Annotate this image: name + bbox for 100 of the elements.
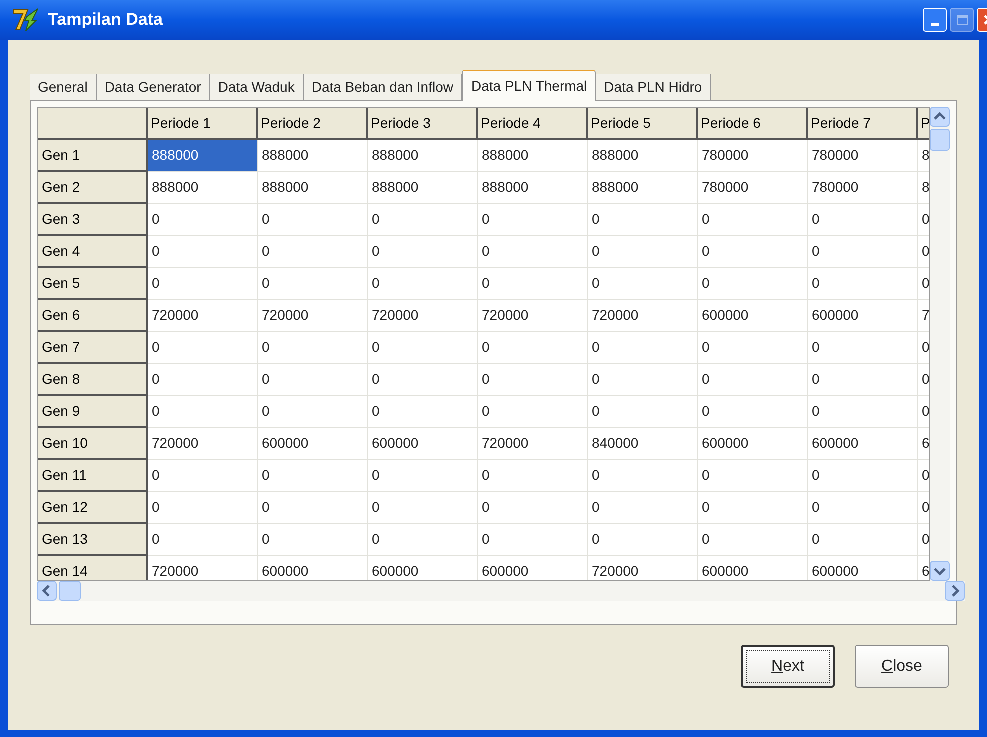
table-cell[interactable]: 0	[258, 236, 368, 268]
table-cell[interactable]: 600000	[368, 428, 478, 460]
table-cell[interactable]: 0	[808, 364, 918, 396]
table-cell[interactable]: 888000	[258, 140, 368, 172]
table-cell[interactable]: 0	[368, 268, 478, 300]
table-cell[interactable]: 0	[368, 332, 478, 364]
table-cell[interactable]: 0	[368, 492, 478, 524]
table-cell[interactable]: 0	[368, 460, 478, 492]
table-cell[interactable]: 0	[698, 268, 808, 300]
table-cell[interactable]: 0	[588, 204, 698, 236]
table-cell[interactable]: 0	[808, 492, 918, 524]
scroll-thumb[interactable]	[930, 129, 950, 151]
table-cell[interactable]: 888000	[478, 172, 588, 204]
table-cell[interactable]: 600000	[258, 428, 368, 460]
table-cell[interactable]: 0	[698, 492, 808, 524]
table-cell[interactable]: 888000	[148, 172, 258, 204]
table-cell[interactable]: 0	[698, 204, 808, 236]
table-cell[interactable]: 600000	[698, 428, 808, 460]
table-cell[interactable]: 888000	[148, 140, 258, 172]
table-cell[interactable]: 0	[478, 236, 588, 268]
table-cell[interactable]: 0	[368, 364, 478, 396]
table-cell[interactable]: 0	[148, 460, 258, 492]
table-cell[interactable]: 0	[478, 204, 588, 236]
close-button[interactable]: Close	[855, 645, 949, 688]
table-cell[interactable]: 0	[368, 236, 478, 268]
table-cell[interactable]: 0	[368, 396, 478, 428]
table-cell[interactable]: 0	[698, 332, 808, 364]
table-cell[interactable]: 0	[808, 204, 918, 236]
table-cell[interactable]: 780000	[698, 140, 808, 172]
table-cell[interactable]: 0	[478, 396, 588, 428]
table-cell[interactable]: 0	[588, 524, 698, 556]
table-cell[interactable]: 0	[478, 524, 588, 556]
table-cell[interactable]: 720000	[258, 300, 368, 332]
table-cell[interactable]: 0	[808, 460, 918, 492]
tab[interactable]: Data Generator	[96, 74, 210, 100]
table-cell[interactable]: 0	[588, 492, 698, 524]
table-cell[interactable]: 0	[478, 492, 588, 524]
table-cell[interactable]: 780000	[808, 140, 918, 172]
table-cell[interactable]: 0	[258, 364, 368, 396]
table-cell[interactable]: 600000	[808, 428, 918, 460]
tab[interactable]: General	[30, 74, 97, 100]
table-cell[interactable]: 0	[808, 396, 918, 428]
minimize-button[interactable]	[923, 8, 947, 32]
table-cell[interactable]: 888000	[368, 172, 478, 204]
table-cell[interactable]: 0	[808, 236, 918, 268]
table-cell[interactable]: 0	[698, 236, 808, 268]
table-cell[interactable]: 720000	[478, 300, 588, 332]
table-cell[interactable]: 720000	[588, 300, 698, 332]
table-cell[interactable]: 0	[808, 524, 918, 556]
table-cell[interactable]: 0	[258, 204, 368, 236]
tab[interactable]: Data Waduk	[210, 74, 304, 100]
scroll-down-icon[interactable]	[930, 561, 950, 581]
table-cell[interactable]: 0	[258, 492, 368, 524]
table-cell[interactable]: 0	[698, 460, 808, 492]
table-cell[interactable]: 0	[258, 332, 368, 364]
table-cell[interactable]: 720000	[148, 428, 258, 460]
table-cell[interactable]: 600000	[698, 300, 808, 332]
table-cell[interactable]: 0	[478, 460, 588, 492]
vertical-scrollbar[interactable]	[930, 107, 950, 581]
table-cell[interactable]: 0	[478, 332, 588, 364]
table-cell[interactable]: 0	[588, 460, 698, 492]
table-cell[interactable]: 0	[258, 268, 368, 300]
table-cell[interactable]: 0	[588, 364, 698, 396]
table-cell[interactable]: 0	[698, 364, 808, 396]
table-cell[interactable]: 0	[808, 268, 918, 300]
table-cell[interactable]: 840000	[588, 428, 698, 460]
table-cell[interactable]: 888000	[478, 140, 588, 172]
table-cell[interactable]: 0	[258, 460, 368, 492]
table-cell[interactable]: 888000	[588, 172, 698, 204]
table-cell[interactable]: 888000	[258, 172, 368, 204]
table-cell[interactable]: 0	[148, 524, 258, 556]
table-cell[interactable]: 0	[588, 236, 698, 268]
tab[interactable]: Data PLN Thermal	[462, 70, 596, 101]
table-cell[interactable]: 600000	[808, 300, 918, 332]
table-cell[interactable]: 0	[148, 492, 258, 524]
table-cell[interactable]: 0	[588, 268, 698, 300]
table-cell[interactable]: 0	[148, 268, 258, 300]
scroll-right-icon[interactable]	[945, 581, 965, 601]
table-cell[interactable]: 0	[808, 332, 918, 364]
table-cell[interactable]: 0	[258, 396, 368, 428]
table-cell[interactable]: 720000	[478, 428, 588, 460]
table-cell[interactable]: 0	[148, 204, 258, 236]
scroll-left-icon[interactable]	[37, 581, 57, 601]
table-cell[interactable]: 0	[258, 524, 368, 556]
table-cell[interactable]: 0	[478, 364, 588, 396]
horizontal-scrollbar[interactable]	[37, 581, 965, 601]
table-cell[interactable]: 0	[148, 396, 258, 428]
table-cell[interactable]: 0	[588, 396, 698, 428]
scroll-thumb[interactable]	[59, 581, 81, 601]
table-cell[interactable]: 0	[478, 268, 588, 300]
table-cell[interactable]: 0	[368, 204, 478, 236]
table-cell[interactable]: 780000	[808, 172, 918, 204]
table-cell[interactable]: 0	[588, 332, 698, 364]
scroll-up-icon[interactable]	[930, 107, 950, 127]
table-cell[interactable]: 888000	[588, 140, 698, 172]
table-cell[interactable]: 780000	[698, 172, 808, 204]
table-cell[interactable]: 0	[368, 524, 478, 556]
next-button[interactable]: Next	[741, 645, 835, 688]
table-cell[interactable]: 0	[148, 236, 258, 268]
table-cell[interactable]: 0	[148, 332, 258, 364]
